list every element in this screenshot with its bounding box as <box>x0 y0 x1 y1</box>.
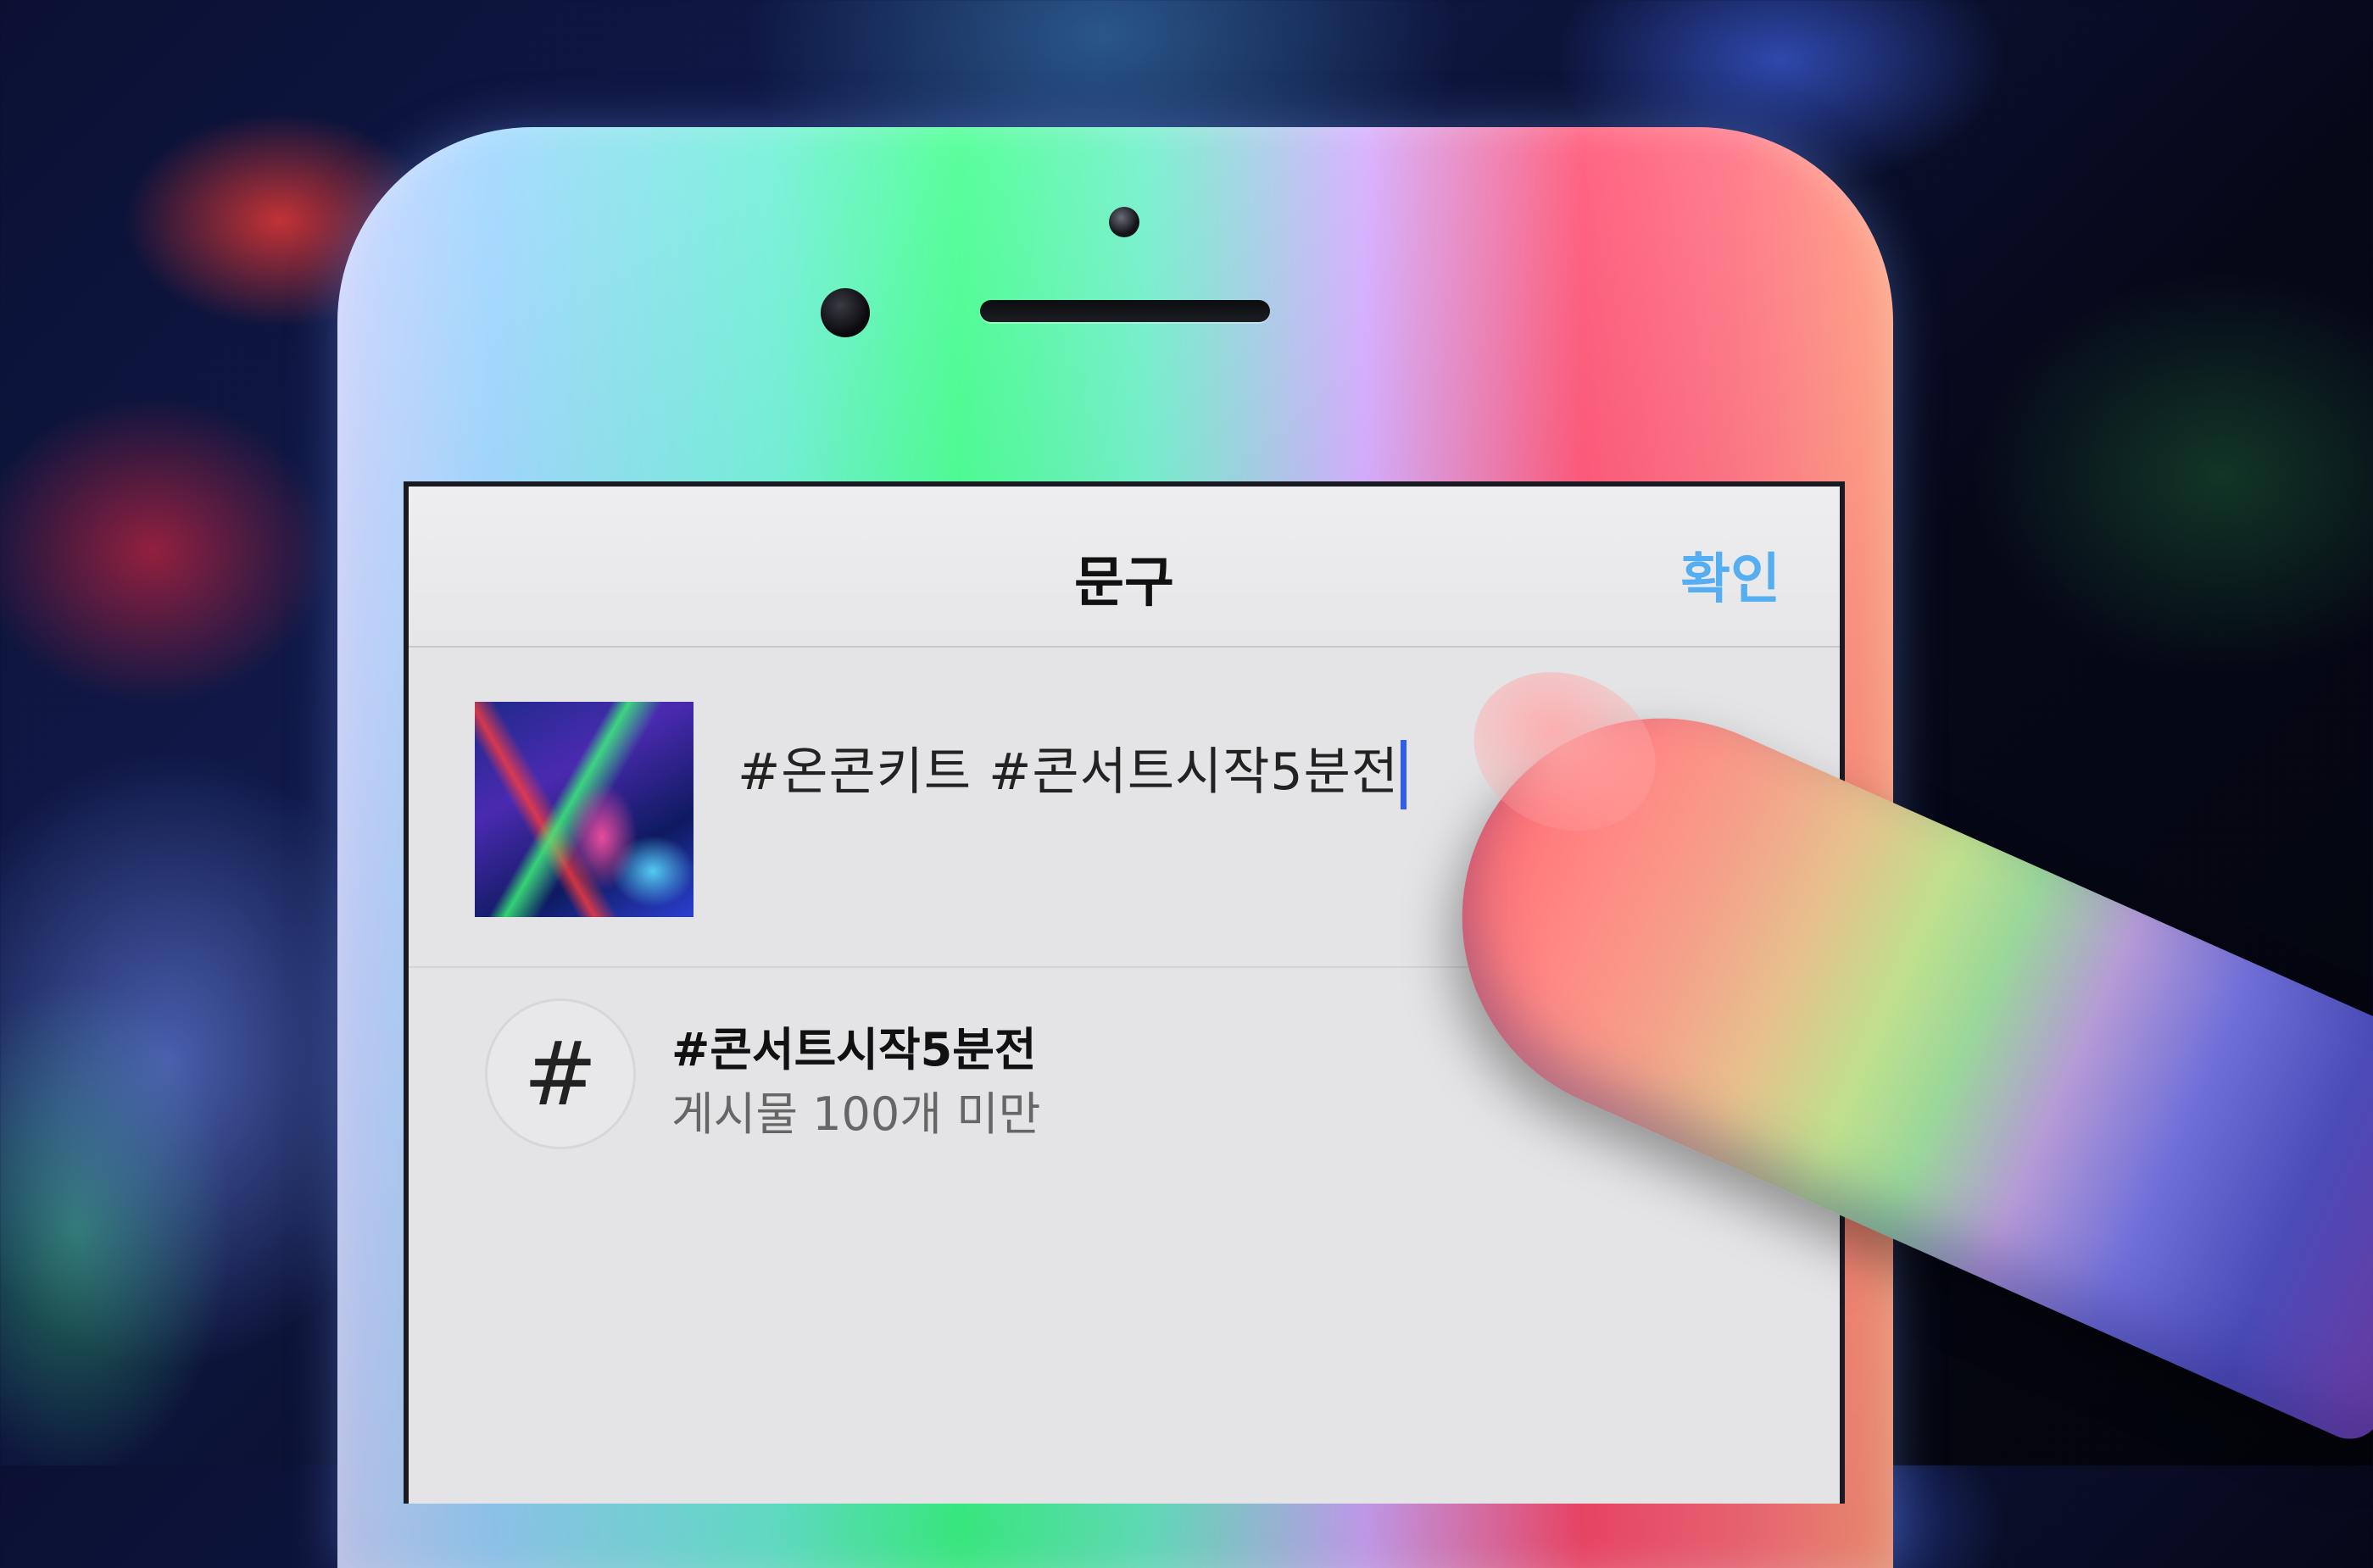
post-thumbnail <box>475 702 694 917</box>
front-camera <box>1109 207 1139 237</box>
confirm-button[interactable]: 확인 <box>1680 536 1780 614</box>
navigation-bar: 문구 확인 <box>409 487 1840 648</box>
page-title: 문구 <box>1074 552 1174 614</box>
earpiece-speaker <box>980 300 1270 322</box>
hashtag-name: #콘서트시작5분전 <box>671 1023 1037 1076</box>
hashtag-icon: # <box>485 998 636 1149</box>
hashtag-post-count: 게시물 100개 미만 <box>671 1087 1041 1141</box>
caption-input[interactable]: #온콘키트 #콘서트시작5분전 <box>738 731 1407 810</box>
caption-input-text: #온콘키트 #콘서트시작5분전 <box>738 742 1399 802</box>
proximity-sensor <box>821 288 870 337</box>
text-cursor <box>1401 740 1407 810</box>
